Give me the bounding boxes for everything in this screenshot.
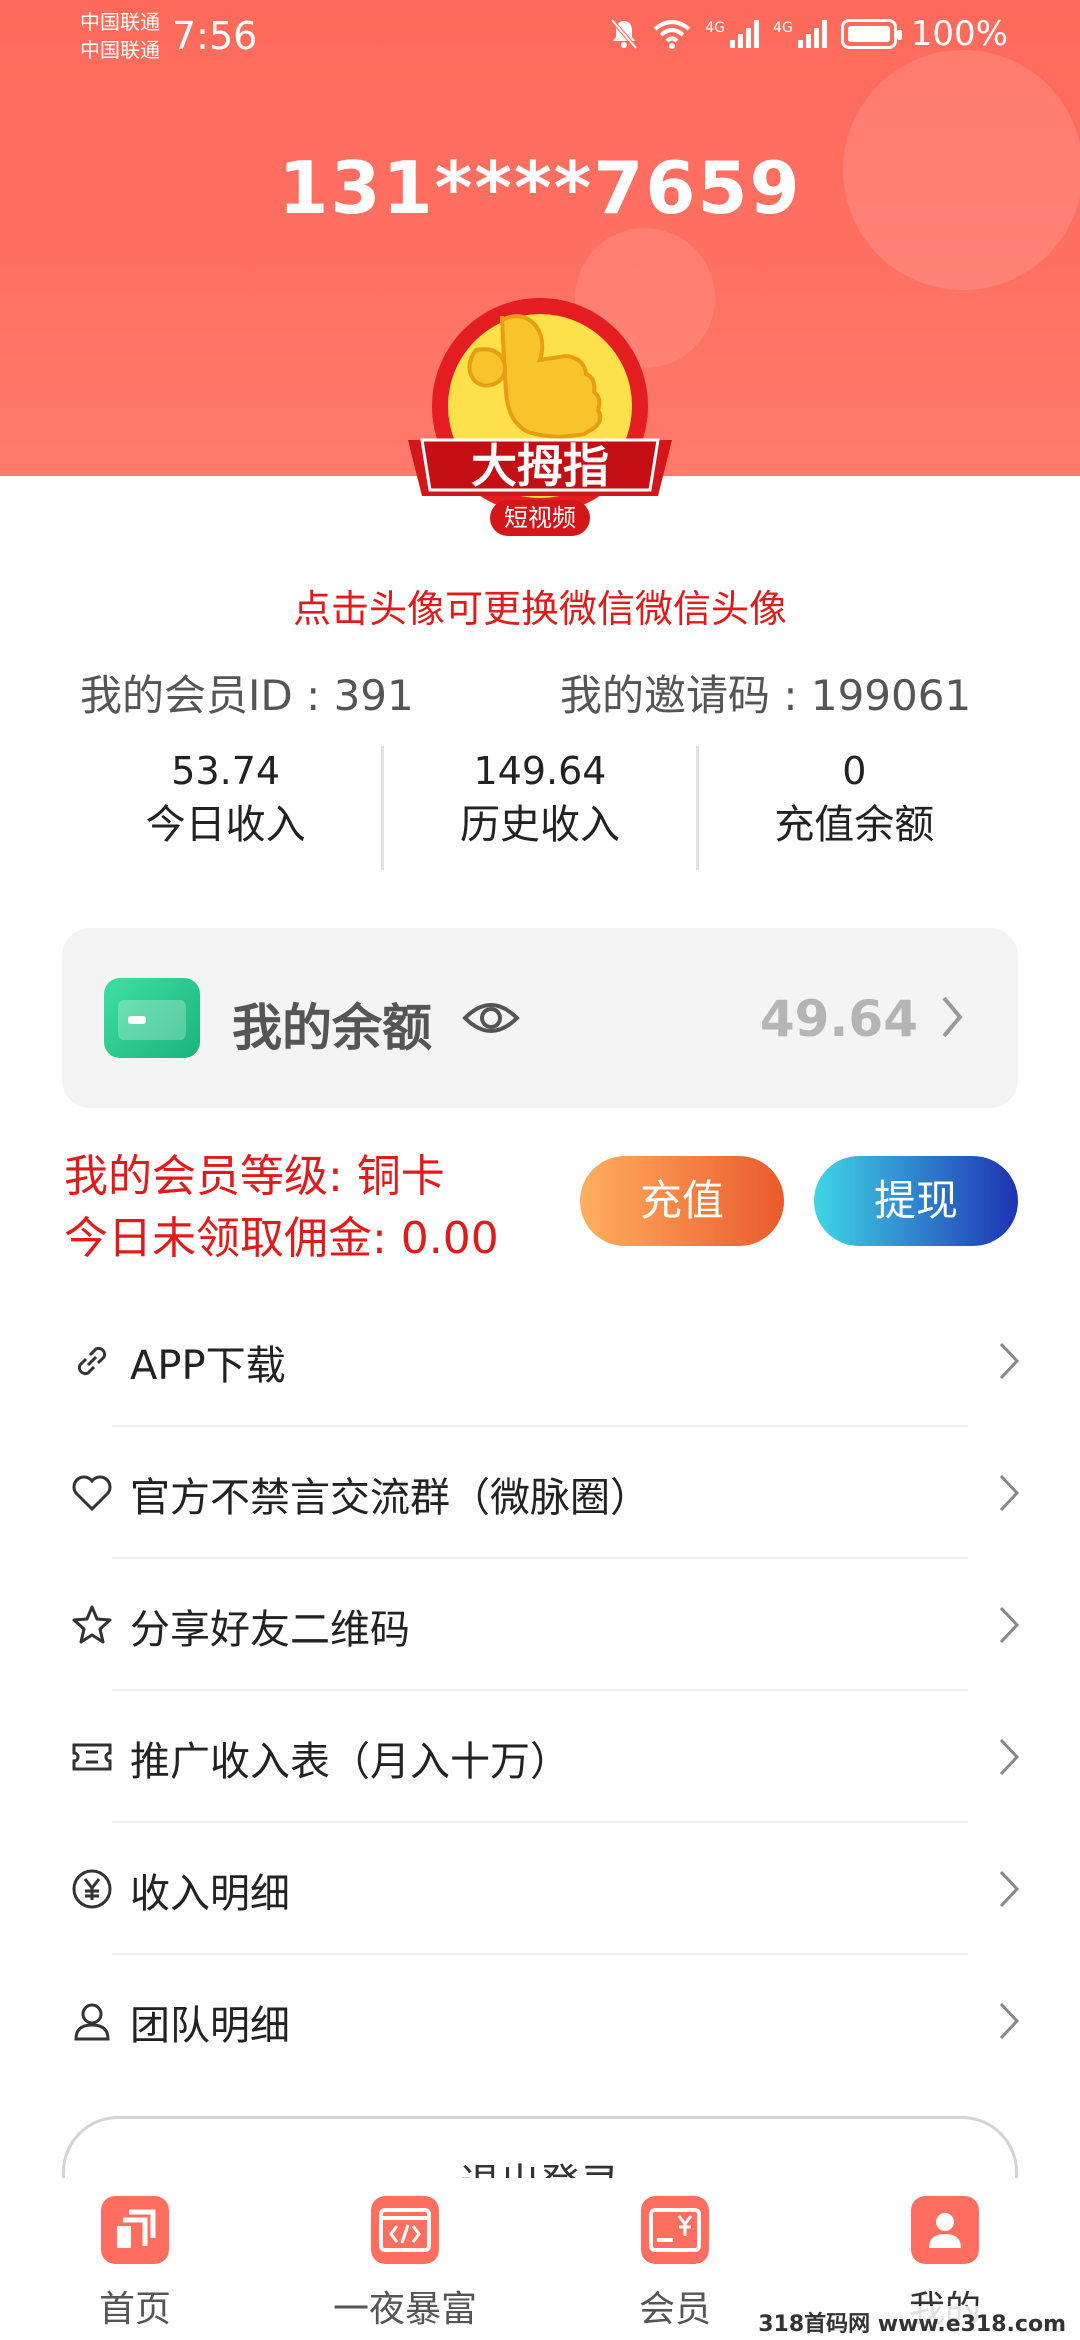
- tab-label: 一夜暴富: [332, 2289, 477, 2330]
- menu-item-share-qrcode[interactable]: 分享好友二维码: [0, 1559, 1080, 1691]
- home-icon: [101, 2196, 169, 2264]
- carrier-names: 中国联通 中国联通: [80, 8, 160, 64]
- mute-bell-icon: [610, 18, 638, 50]
- battery-icon: [840, 19, 902, 49]
- balance-card[interactable]: 我的余额 49.64: [62, 928, 1018, 1108]
- tab-label: 首页: [98, 2289, 171, 2330]
- stat-value: 149.64: [473, 749, 607, 793]
- stat-recharge-balance: 0 充值余额: [699, 746, 1010, 870]
- profile-icon: [911, 2196, 979, 2264]
- status-icons: 4G 4G 100%: [609, 14, 1008, 54]
- chevron-right-icon: [999, 1606, 1020, 1644]
- logo-title: 大拇指: [471, 439, 609, 493]
- stat-value: 0: [842, 749, 867, 793]
- balance-value: 49.64: [759, 990, 918, 1048]
- menu-item-team-details[interactable]: 团队明细: [0, 1955, 1080, 2087]
- watermark: 318首码网 www.e318.com: [754, 2306, 1070, 2338]
- chevron-right-icon: [942, 996, 963, 1038]
- unclaimed-commission: 今日未领取佣金: 0.00: [64, 1213, 499, 1264]
- wallet-icon: [104, 978, 200, 1058]
- menu-item-community-group[interactable]: 官方不禁言交流群（微脉圈）: [0, 1427, 1080, 1559]
- menu-label: 官方不禁言交流群（微脉圈）: [130, 1475, 650, 1521]
- menu-item-income-details[interactable]: 收入明细: [0, 1823, 1080, 1955]
- stat-value: 53.74: [171, 749, 281, 793]
- balance-label: 我的余额: [232, 999, 432, 1057]
- clock: 7:56: [172, 14, 258, 58]
- tab-home[interactable]: 首页: [0, 2178, 270, 2340]
- menu-label: 收入明细: [130, 1871, 290, 1917]
- stat-history-income: 149.64 历史收入: [381, 746, 699, 870]
- chevron-right-icon: [999, 1342, 1020, 1380]
- yuan-circle-icon: [72, 1869, 112, 1909]
- menu-label: 团队明细: [130, 2003, 290, 2049]
- chevron-right-icon: [999, 1870, 1020, 1908]
- phone-number: 131****7659: [278, 146, 802, 230]
- withdraw-button[interactable]: 提现: [814, 1156, 1018, 1246]
- recharge-button[interactable]: 充值: [580, 1156, 784, 1246]
- menu-list: APP下载 官方不禁言交流群（微脉圈） 分享好友二维码 推广收入表（月入十万）: [0, 1295, 1080, 2087]
- avatar-logo[interactable]: 大拇指 短视频: [404, 290, 676, 550]
- stat-label: 充值余额: [774, 802, 935, 848]
- chevron-right-icon: [999, 2002, 1020, 2040]
- menu-item-app-download[interactable]: APP下载: [0, 1295, 1080, 1427]
- member-info: 我的会员等级: 铜卡 今日未领取佣金: 0.00: [64, 1146, 499, 1270]
- user-icon: [74, 2003, 110, 2041]
- star-icon: [72, 1605, 112, 1644]
- wifi-icon: [653, 20, 691, 49]
- income-stats: 53.74 今日收入 149.64 历史收入 0 充值余额: [70, 746, 1010, 870]
- signal-icon: 4G: [705, 20, 760, 48]
- stat-label: 今日收入: [145, 802, 306, 848]
- menu-label: 推广收入表（月入十万）: [130, 1739, 570, 1785]
- battery-level: 100%: [910, 14, 1008, 54]
- chevron-right-icon: [999, 1738, 1020, 1776]
- stat-today-income: 53.74 今日收入: [70, 746, 381, 870]
- signal-icon: 4G: [773, 20, 827, 48]
- member-id: 我的会员ID : 391: [80, 671, 414, 720]
- logo-subtitle: 短视频: [504, 504, 576, 532]
- invite-code[interactable]: 我的邀请码 : 199061: [560, 662, 971, 723]
- carrier-1: 中国联通: [80, 10, 160, 34]
- link-icon: [77, 1346, 107, 1376]
- member-level: 我的会员等级: 铜卡: [64, 1151, 445, 1202]
- menu-label: 分享好友二维码: [130, 1607, 410, 1653]
- tab-overnight-rich[interactable]: 一夜暴富: [270, 2178, 540, 2340]
- eye-icon[interactable]: [462, 990, 520, 1046]
- code-icon: [371, 2196, 439, 2264]
- chevron-right-icon: [999, 1474, 1020, 1512]
- status-bar: 中国联通 中国联通 7:56 4G 4G 100%: [0, 0, 1080, 80]
- ticket-icon: [72, 1743, 112, 1771]
- carrier-2: 中国联通: [80, 38, 160, 62]
- avatar-hint: 点击头像可更换微信微信头像: [292, 587, 787, 631]
- yuan-card-icon: [641, 2196, 709, 2264]
- menu-item-promo-income-table[interactable]: 推广收入表（月入十万）: [0, 1691, 1080, 1823]
- heart-icon: [72, 1475, 112, 1512]
- stat-label: 历史收入: [459, 802, 620, 848]
- menu-label: APP下载: [130, 1343, 286, 1389]
